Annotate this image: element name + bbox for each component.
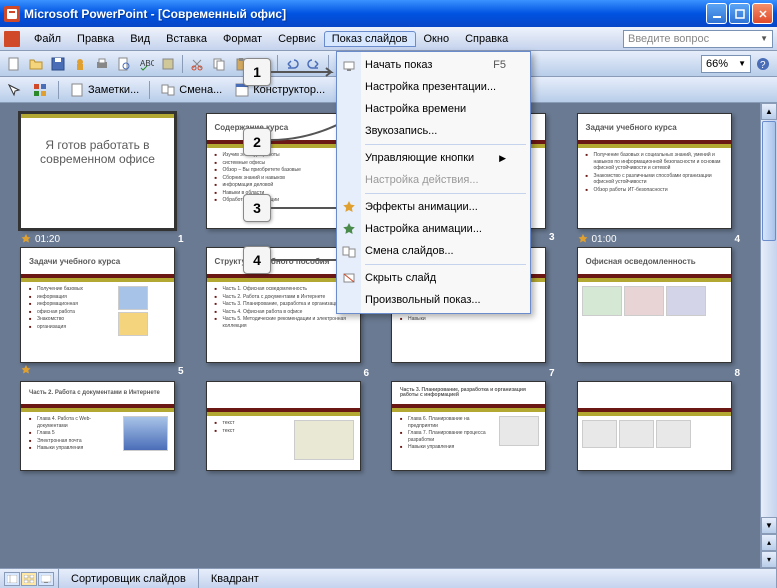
maximize-button[interactable] — [729, 3, 750, 24]
slide-thumbnail[interactable]: Задачи учебного курса Получение базовых … — [577, 113, 732, 229]
svg-text:?: ? — [760, 60, 766, 71]
menu-action-settings: Настройка действия... — [337, 169, 530, 191]
titlebar: Microsoft PowerPoint - [Современный офис… — [0, 0, 777, 27]
slide-number: 8 — [734, 368, 740, 379]
slide-title: Часть 3. Планирование, разработка и орга… — [392, 382, 545, 408]
print-button[interactable] — [92, 54, 112, 74]
slide-time: 01:20 — [35, 234, 60, 245]
vertical-scrollbar[interactable]: ▲ ▼ ▴ ▾ — [760, 103, 777, 568]
callout-4: 4 — [243, 246, 271, 274]
zoom-combo[interactable]: 66%▼ — [701, 55, 751, 73]
minimize-button[interactable] — [706, 3, 727, 24]
slideshow-menu-dropdown: Начать показF5 Настройка презентации... … — [336, 51, 531, 314]
callout-2: 2 — [243, 128, 271, 156]
hide-icon — [341, 270, 357, 286]
slide-title: Часть 2. Работа с документами в Интернет… — [21, 382, 174, 408]
prev-slide-button[interactable]: ▴ — [761, 534, 777, 551]
callout-1: 1 — [243, 58, 271, 86]
arrow-icon[interactable] — [4, 80, 24, 100]
permission-button[interactable] — [70, 54, 90, 74]
status-template-label: Квадрант — [199, 569, 777, 588]
menu-start-show[interactable]: Начать показF5 — [337, 54, 530, 76]
projector-icon — [341, 57, 357, 73]
status-view-label: Сортировщик слайдов — [59, 569, 199, 588]
slide-number: 3 — [549, 232, 555, 243]
menu-custom-show[interactable]: Произвольный показ... — [337, 289, 530, 311]
star-icon — [341, 199, 357, 215]
slide-number: 7 — [549, 368, 555, 379]
slideshow-view-button[interactable] — [38, 572, 54, 586]
save-button[interactable] — [48, 54, 68, 74]
slide-title — [578, 382, 731, 412]
menu-custom-anim[interactable]: Настройка анимации... — [337, 218, 530, 240]
transition-icon — [341, 243, 357, 259]
slide-title: Задачи учебного курса — [21, 248, 174, 278]
menu-slideshow[interactable]: Показ слайдов — [324, 31, 416, 47]
copy-button[interactable] — [209, 54, 229, 74]
sorter-view-button[interactable] — [21, 572, 37, 586]
menu-setup-show[interactable]: Настройка презентации... — [337, 76, 530, 98]
notes-button[interactable]: Заметки... — [65, 80, 143, 100]
anim-icon — [341, 221, 357, 237]
scroll-thumb[interactable] — [762, 121, 776, 241]
slide-title: Офисная осведомленность — [578, 248, 731, 278]
statusbar: Сортировщик слайдов Квадрант — [0, 568, 777, 588]
menu-help[interactable]: Справка — [457, 31, 516, 47]
help-button[interactable]: ? — [753, 54, 773, 74]
callout-3: 3 — [243, 194, 271, 222]
menu-tools[interactable]: Сервис — [270, 31, 324, 47]
menu-window[interactable]: Окно — [416, 31, 458, 47]
scroll-down-button[interactable]: ▼ — [761, 517, 777, 534]
menu-action-buttons[interactable]: Управляющие кнопки▶ — [337, 147, 530, 169]
doc-icon — [4, 31, 20, 47]
research-button[interactable] — [158, 54, 178, 74]
slide-number: 4 — [734, 234, 740, 245]
slide-thumbnail[interactable]: Часть 2. Работа с документами в Интернет… — [20, 381, 175, 471]
app-icon — [4, 6, 20, 22]
menu-view[interactable]: Вид — [122, 31, 158, 47]
slide-thumbnail[interactable]: Задачи учебного курса Получение базовыхи… — [20, 247, 175, 363]
transition-button[interactable]: Смена... — [156, 80, 226, 100]
slide-thumbnail[interactable]: Офисная осведомленность — [577, 247, 732, 363]
slide-thumbnail[interactable] — [577, 381, 732, 471]
normal-view-button[interactable] — [4, 572, 20, 586]
slide-number: 6 — [363, 368, 369, 379]
slide-time: 01:00 — [592, 234, 617, 245]
menubar: Файл Правка Вид Вставка Формат Сервис По… — [0, 27, 777, 51]
scroll-up-button[interactable]: ▲ — [761, 103, 777, 120]
new-button[interactable] — [4, 54, 24, 74]
menu-edit[interactable]: Правка — [69, 31, 122, 47]
slide-thumbnail[interactable]: Часть 3. Планирование, разработка и орга… — [391, 381, 546, 471]
preview-button[interactable] — [114, 54, 134, 74]
menu-hide-slide[interactable]: Скрыть слайд — [337, 267, 530, 289]
slide-thumbnail[interactable]: тексттекст — [206, 381, 361, 471]
open-button[interactable] — [26, 54, 46, 74]
close-button[interactable] — [752, 3, 773, 24]
ask-question-box[interactable]: Введите вопрос▼ — [623, 30, 773, 48]
menu-rehearse[interactable]: Настройка времени — [337, 98, 530, 120]
spell-button[interactable]: ABC — [136, 54, 156, 74]
cut-button[interactable] — [187, 54, 207, 74]
color-button[interactable] — [28, 80, 52, 100]
menu-anim-effects[interactable]: Эффекты анимации... — [337, 196, 530, 218]
slide-number: 5 — [178, 366, 184, 377]
slide-title — [207, 382, 360, 412]
slide-title: Я готов работать в современном офисе — [21, 118, 174, 176]
menu-file[interactable]: Файл — [26, 31, 69, 47]
menu-format[interactable]: Формат — [215, 31, 270, 47]
slide-number: 1 — [178, 234, 184, 245]
slide-title: Задачи учебного курса — [578, 114, 731, 144]
next-slide-button[interactable]: ▾ — [761, 551, 777, 568]
window-title: Microsoft PowerPoint - [Современный офис… — [24, 7, 706, 21]
menu-transition[interactable]: Смена слайдов... — [337, 240, 530, 262]
menu-insert[interactable]: Вставка — [158, 31, 215, 47]
slide-thumbnail[interactable]: Я готов работать в современном офисе — [20, 113, 175, 229]
menu-record[interactable]: Звукозапись... — [337, 120, 530, 142]
